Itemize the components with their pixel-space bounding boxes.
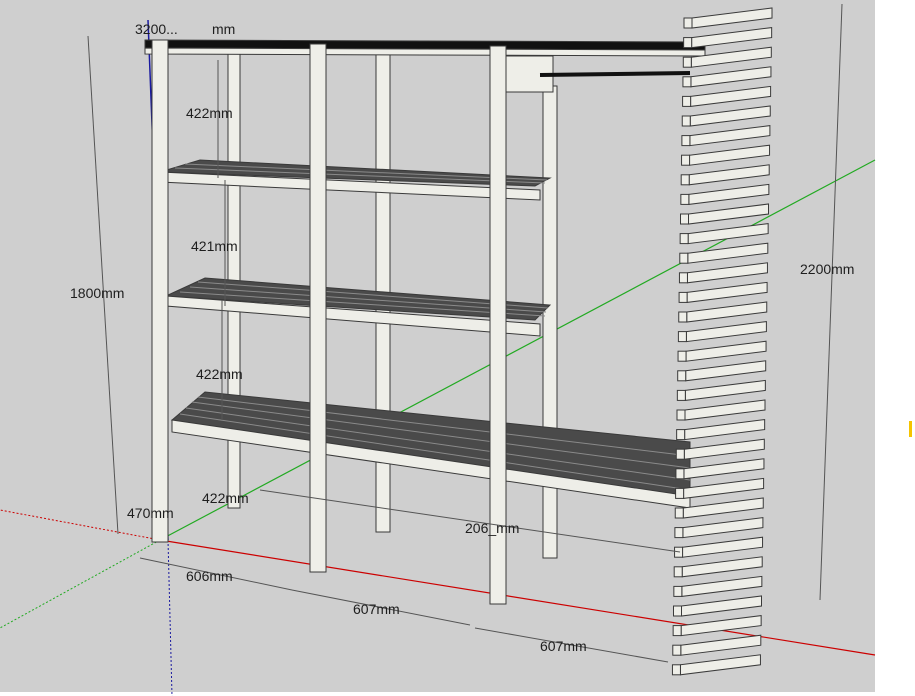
side-slat-end — [676, 409, 686, 421]
dim-top-overlap: 3200... — [135, 21, 178, 37]
side-slat-end — [682, 95, 692, 107]
side-slat-end — [672, 625, 682, 637]
hanging-rod — [539, 71, 691, 77]
dim-total-width: 206_mm — [465, 520, 519, 536]
front-post-2 — [309, 43, 327, 573]
side-slat-end — [682, 76, 692, 88]
dim-height-right: 2200mm — [800, 261, 854, 277]
side-slat-end — [680, 193, 690, 205]
side-slat-end — [680, 213, 689, 225]
side-slat-end — [675, 487, 685, 499]
side-slat-end — [680, 174, 690, 186]
front-post-1 — [151, 39, 169, 543]
dim-top-overlap-unit: mm — [212, 21, 235, 37]
dim-shelf-gap-top: 422mm — [186, 105, 233, 121]
dim-width-2: 607mm — [353, 601, 400, 617]
dim-height-left: 1800mm — [70, 285, 124, 301]
blue-axis-negative — [167, 539, 173, 696]
dim-shelf-gap-3: 422mm — [196, 366, 243, 382]
side-slat-end — [677, 370, 687, 382]
side-slat-end — [678, 272, 688, 284]
side-slat-end — [681, 154, 691, 166]
dim-shelf-gap-2: 421mm — [191, 238, 238, 254]
side-slat-end — [674, 507, 684, 519]
scene-svg[interactable]: 3200... mm 422mm 421mm 422mm 422mm 1800m… — [0, 0, 915, 696]
side-slat-end — [677, 331, 687, 343]
side-slat-end — [673, 605, 682, 617]
dim-width-1: 606mm — [186, 568, 233, 584]
side-slat-end — [678, 311, 688, 323]
dim-shelf-gap-bottom: 422mm — [202, 490, 249, 506]
side-slat-end — [679, 252, 689, 264]
side-slat-end — [671, 664, 681, 676]
model-viewport[interactable]: 3200... mm 422mm 421mm 422mm 422mm 1800m… — [0, 0, 915, 696]
side-slat-end — [678, 291, 688, 303]
side-slat-end — [683, 37, 693, 49]
side-slat-end — [675, 468, 685, 480]
side-slat-end — [675, 448, 685, 460]
side-slat-end — [681, 115, 691, 127]
side-slat-end — [673, 566, 683, 578]
side-slat-end — [672, 644, 682, 656]
shelf-bottom-slats — [170, 391, 691, 501]
side-slat-end — [677, 350, 687, 362]
dim-width-3: 607mm — [540, 638, 587, 654]
side-slat-end — [681, 135, 691, 147]
side-slat-end — [674, 527, 684, 539]
side-slat-end — [682, 56, 692, 68]
green-axis-negative — [0, 539, 161, 629]
side-slat-end — [676, 389, 686, 401]
dim-depth: 470mm — [127, 505, 174, 521]
side-slat-panel — [671, 7, 773, 676]
side-slat-end — [679, 233, 689, 245]
cursor-marker — [909, 421, 912, 437]
side-slat-end — [673, 585, 683, 597]
side-slat-end — [676, 429, 686, 441]
side-slat-end — [683, 17, 693, 29]
